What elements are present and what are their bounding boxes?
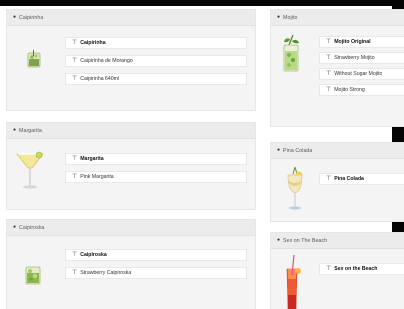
list-item[interactable]: ⊤ Strawberry Mojito — [319, 52, 404, 64]
pin-icon: ⊤ — [326, 266, 332, 272]
card-header: ● Mojito — [271, 10, 404, 26]
pina-colada-glass-icon — [285, 167, 305, 215]
card-header: ● Caipiroska — [7, 220, 255, 236]
pin-icon: ⊤ — [326, 176, 332, 182]
bullet-icon: ● — [277, 237, 281, 243]
card-caipiroska: ● Caipiroska ⊤ Caipiroska ⊤ Strawberry C… — [6, 219, 256, 309]
pin-icon: ⊤ — [72, 58, 78, 64]
card-title: Caipiroska — [19, 224, 45, 231]
caipirinha-glass-icon — [27, 50, 41, 68]
card-title: Pina Colada — [283, 147, 313, 154]
list-item[interactable]: ⊤ Without Sugar Mojito — [319, 68, 404, 80]
list-item[interactable]: ⊤ Caipirinha — [65, 37, 247, 49]
pin-icon: ⊤ — [326, 39, 332, 45]
cocktail-board: ● Caipirinha ⊤ Caipirinha ⊤ Caipirinha d… — [0, 0, 404, 309]
bullet-icon: ● — [277, 14, 281, 20]
card-title: Margarita — [19, 127, 42, 134]
list-item[interactable]: ⊤ Sex on the Beach — [319, 263, 404, 275]
bullet-icon: ● — [13, 224, 17, 230]
bullet-icon: ● — [13, 14, 17, 20]
mojito-glass-icon — [281, 35, 301, 73]
card-header: ● Pina Colada — [271, 143, 404, 159]
pin-icon: ⊤ — [72, 156, 78, 162]
card-header: ● Caipirinha — [7, 10, 255, 26]
card-sex-on-the-beach: ● Sex on The Beach ⊤ Sex on the Beach — [270, 232, 404, 309]
list-item[interactable]: ⊤ Pina Colada — [319, 173, 404, 185]
margarita-glass-icon — [15, 150, 45, 192]
caipiroska-glass-icon — [25, 265, 41, 285]
card-title: Sex on The Beach — [283, 237, 328, 244]
list-item[interactable]: ⊤ Caipirinha de Morango — [65, 55, 247, 67]
card-pina-colada: ● Pina Colada ⊤ Pina Colada — [270, 142, 404, 222]
bullet-icon: ● — [13, 127, 17, 133]
card-margarita: ● Margarita ⊤ Margarita ⊤ Pink Margarita — [6, 122, 256, 210]
pin-icon: ⊤ — [72, 270, 78, 276]
card-header: ● Sex on The Beach — [271, 233, 404, 249]
list-item[interactable]: ⊤ Margarita — [65, 153, 247, 165]
pin-icon: ⊤ — [326, 87, 332, 93]
bullet-icon: ● — [277, 147, 281, 153]
list-item[interactable]: ⊤ Pink Margarita — [65, 171, 247, 183]
list-item[interactable]: ⊤ Mojito Original — [319, 36, 404, 48]
card-caipirinha: ● Caipirinha ⊤ Caipirinha ⊤ Caipirinha d… — [6, 9, 256, 111]
window-top-edge — [0, 0, 404, 6]
pin-icon: ⊤ — [326, 55, 332, 61]
list-item[interactable]: ⊤ Mojito Strong — [319, 84, 404, 96]
pin-icon: ⊤ — [72, 174, 78, 180]
list-item[interactable]: ⊤ Caipiroska — [65, 249, 247, 261]
list-item[interactable]: ⊤ Caipirinha 640ml — [65, 73, 247, 85]
card-header: ● Margarita — [7, 123, 255, 139]
card-mojito: ● Mojito ⊤ Mojito Original ⊤ Strawberry … — [270, 9, 404, 127]
pin-icon: ⊤ — [72, 40, 78, 46]
pin-icon: ⊤ — [72, 76, 78, 82]
pin-icon: ⊤ — [326, 71, 332, 77]
card-title: Mojito — [283, 14, 298, 21]
sex-on-the-beach-glass-icon — [281, 255, 303, 309]
list-item[interactable]: ⊤ Strawberry Caipiroska — [65, 267, 247, 279]
card-title: Caipirinha — [19, 14, 44, 21]
pin-icon: ⊤ — [72, 252, 78, 258]
